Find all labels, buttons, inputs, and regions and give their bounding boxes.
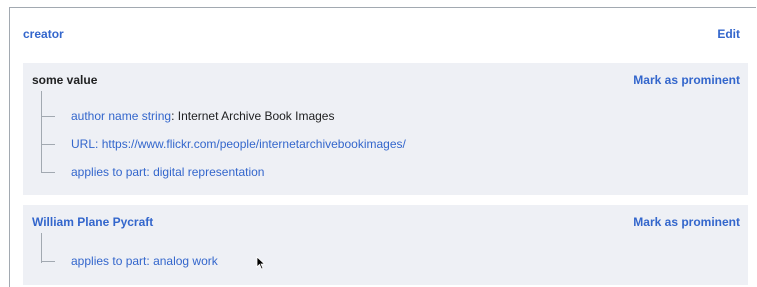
- qualifier-property-link[interactable]: applies to part: [71, 165, 146, 179]
- statement-some-value: some value Mark as prominent author name…: [23, 63, 748, 195]
- qualifier-property-link[interactable]: author name string: [71, 109, 171, 123]
- tree-branch: [41, 116, 55, 118]
- qualifier-value-link[interactable]: analog work: [153, 254, 218, 268]
- property-name-link[interactable]: creator: [23, 27, 64, 41]
- qualifier-author-name-string: author name string: Internet Archive Boo…: [41, 108, 334, 124]
- qualifier-value-link[interactable]: https://www.flickr.com/people/internetar…: [102, 137, 406, 151]
- property-group-creator: creator Edit some value Mark as prominen…: [9, 7, 756, 287]
- statement-william-plane-pycraft: William Plane Pycraft Mark as prominent …: [23, 205, 748, 285]
- statement-value-link[interactable]: William Plane Pycraft: [32, 215, 153, 229]
- qualifier-value-link[interactable]: digital representation: [153, 165, 264, 179]
- qualifier-value: Internet Archive Book Images: [177, 109, 335, 123]
- mark-as-prominent-button[interactable]: Mark as prominent: [633, 73, 740, 87]
- statement-value: some value: [32, 73, 98, 87]
- tree-branch: [41, 172, 55, 174]
- qualifier-applies-to-part: applies to part: analog work: [41, 253, 218, 269]
- tree-branch: [41, 144, 55, 146]
- qualifier-tree-line: [41, 91, 42, 173]
- qualifier-applies-to-part: applies to part: digital representation: [41, 164, 264, 180]
- qualifier-separator: :: [171, 109, 178, 123]
- edit-button[interactable]: Edit: [717, 27, 740, 41]
- mark-as-prominent-button[interactable]: Mark as prominent: [633, 215, 740, 229]
- qualifier-separator: :: [95, 137, 102, 151]
- qualifier-url: URL: https://www.flickr.com/people/inter…: [41, 136, 406, 152]
- mouse-pointer-icon: [256, 256, 266, 270]
- qualifier-property-link[interactable]: applies to part: [71, 254, 146, 268]
- qualifier-property-link[interactable]: URL: [71, 137, 95, 151]
- tree-branch: [41, 261, 55, 263]
